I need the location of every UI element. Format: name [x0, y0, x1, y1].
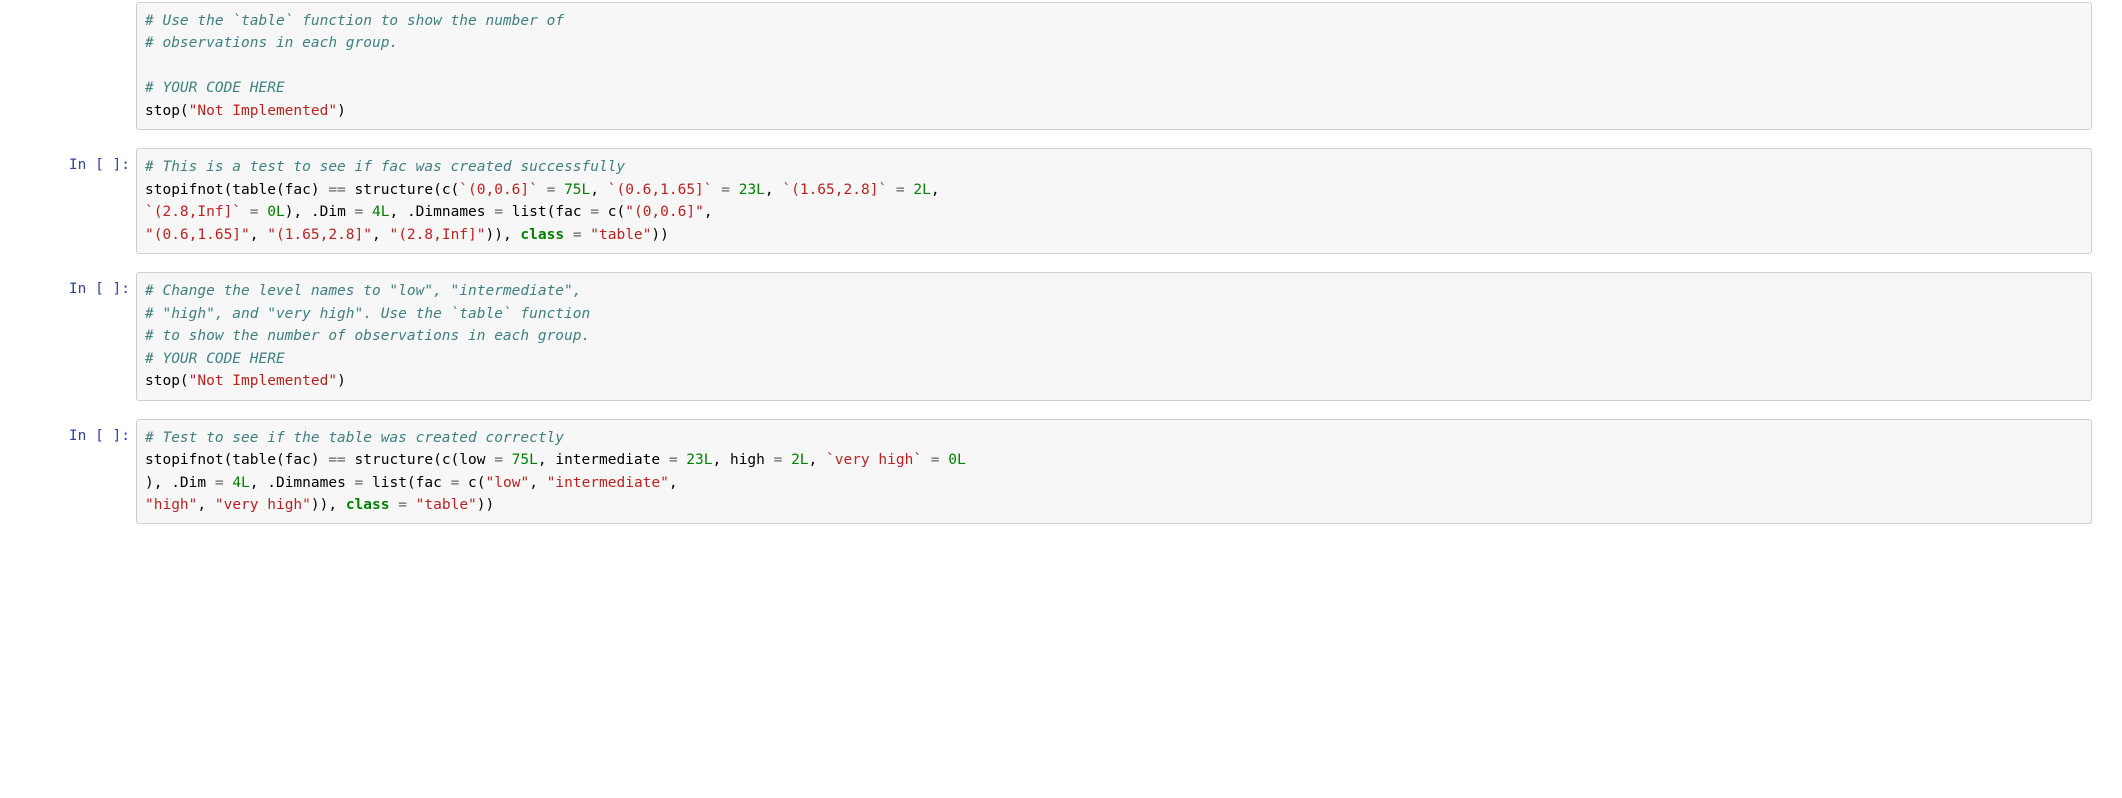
code-content[interactable]: # Change the level names to "low", "inte…	[145, 280, 2083, 392]
code-cell: # Use the `table` function to show the n…	[0, 0, 2122, 132]
code-cell: In [ ]: # Change the level names to "low…	[0, 270, 2122, 402]
code-input-area[interactable]: # Test to see if the table was created c…	[136, 419, 2092, 525]
code-cell: In [ ]: # This is a test to see if fac w…	[0, 146, 2122, 256]
cell-prompt: In [ ]:	[0, 419, 136, 450]
code-content[interactable]: # This is a test to see if fac was creat…	[145, 156, 2083, 246]
code-input-area[interactable]: # Change the level names to "low", "inte…	[136, 272, 2092, 400]
code-input-area[interactable]: # Use the `table` function to show the n…	[136, 2, 2092, 130]
code-content[interactable]: # Test to see if the table was created c…	[145, 427, 2083, 517]
cell-prompt: In [ ]:	[0, 272, 136, 303]
code-cell: In [ ]: # Test to see if the table was c…	[0, 417, 2122, 527]
code-input-area[interactable]: # This is a test to see if fac was creat…	[136, 148, 2092, 254]
cell-prompt	[0, 2, 136, 14]
code-content[interactable]: # Use the `table` function to show the n…	[145, 10, 2083, 122]
cell-prompt: In [ ]:	[0, 148, 136, 179]
